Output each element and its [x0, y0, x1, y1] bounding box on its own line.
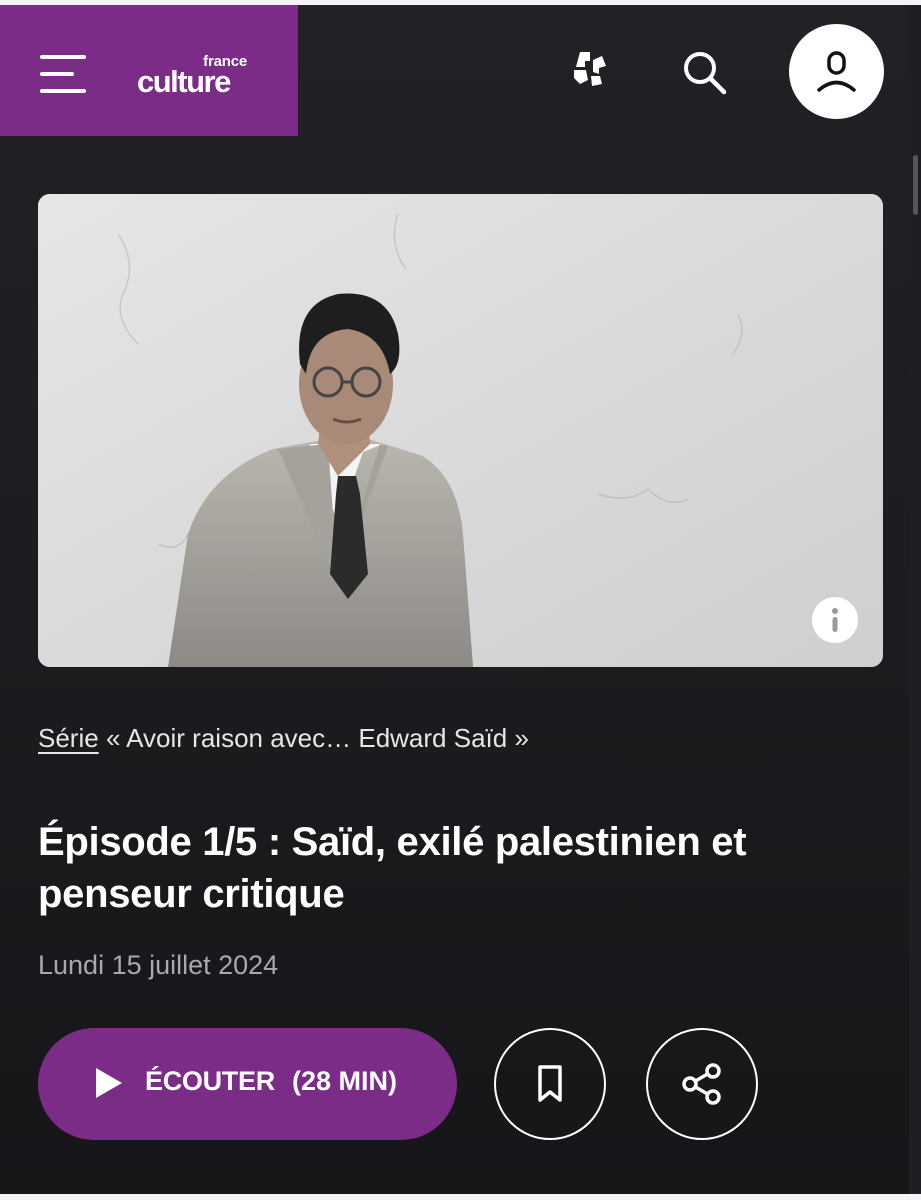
listen-duration: (28 MIN) — [292, 1066, 398, 1096]
series-line: Série « Avoir raison avec… Edward Saïd » — [38, 723, 529, 754]
share-button[interactable] — [646, 1028, 758, 1140]
listen-button[interactable]: ÉCOUTER (28 MIN) — [38, 1028, 457, 1140]
logo-big-text: culture — [137, 64, 231, 99]
episode-title: Épisode 1/5 : Saïd, exilé palestinien et… — [38, 820, 747, 916]
series-link[interactable]: Série — [38, 723, 99, 753]
info-button[interactable] — [812, 597, 858, 643]
scrollbar-thumb[interactable] — [913, 155, 918, 215]
play-icon — [96, 1068, 122, 1098]
hero-image — [38, 194, 883, 667]
user-account-icon — [817, 51, 856, 92]
info-icon — [832, 608, 838, 632]
bookmark-button[interactable] — [494, 1028, 606, 1140]
search-button[interactable] — [680, 48, 728, 96]
episode-date: Lundi 15 juillet 2024 — [38, 950, 279, 980]
page: france culture Série « Avoir raison avec… — [0, 0, 921, 1200]
brand-block: france culture — [0, 5, 298, 136]
series-name: « Avoir raison avec… Edward Saïd » — [105, 723, 529, 753]
listen-label: ÉCOUTER — [145, 1066, 275, 1096]
bottom-edge — [0, 1194, 921, 1200]
bookmark-icon — [538, 1065, 562, 1102]
scrollbar[interactable] — [909, 5, 921, 1194]
share-icon — [682, 1063, 721, 1105]
search-icon — [684, 52, 727, 95]
hamburger-icon[interactable] — [40, 55, 86, 93]
radio-france-logo-icon[interactable] — [566, 46, 614, 90]
france-culture-logo[interactable]: france culture — [137, 53, 257, 105]
account-button[interactable] — [789, 24, 884, 119]
